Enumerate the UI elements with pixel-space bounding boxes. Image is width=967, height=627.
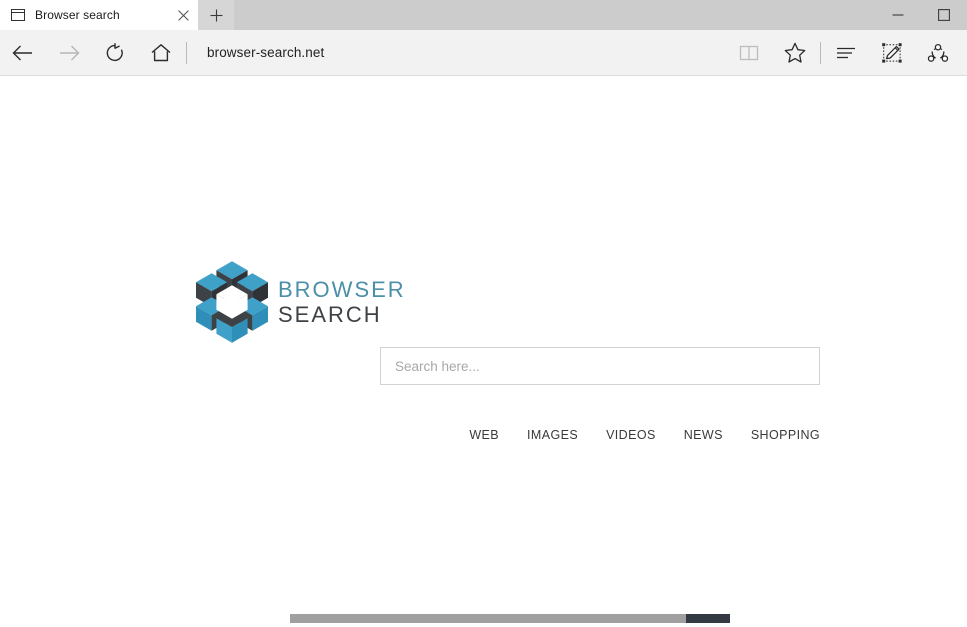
star-icon (784, 42, 806, 63)
search-input[interactable] (393, 357, 807, 375)
cube-cluster-logo-icon (196, 260, 268, 344)
toolbar-separator-right (820, 41, 821, 64)
hub-button[interactable] (823, 30, 869, 76)
nav-link-web[interactable]: WEB (469, 428, 499, 442)
share-button[interactable] (915, 30, 961, 76)
title-bar: Browser search (0, 0, 967, 30)
nav-link-news[interactable]: NEWS (684, 428, 723, 442)
back-arrow-icon (12, 45, 32, 60)
toolbar-right-actions (726, 30, 967, 76)
horizontal-scrollbar[interactable] (0, 610, 967, 627)
home-icon (151, 43, 171, 61)
scrollbar-thumb[interactable] (290, 614, 686, 623)
logo-line-browser: BROWSER (278, 276, 406, 302)
nav-link-videos[interactable]: VIDEOS (606, 428, 656, 442)
tab-title: Browser search (35, 8, 120, 22)
site-logo-text: BROWSER SEARCH (278, 276, 406, 327)
site-logo[interactable]: BROWSER SEARCH (196, 260, 406, 344)
title-bar-drag-area (234, 0, 875, 30)
maximize-icon (938, 9, 950, 21)
window-icon (10, 7, 26, 23)
scrollbar-thumb-accent[interactable] (686, 614, 730, 623)
address-bar[interactable]: browser-search.net (189, 30, 726, 76)
category-nav: WEB IMAGES VIDEOS NEWS SHOPPING (380, 428, 820, 442)
window-controls (875, 0, 967, 30)
share-icon (927, 43, 949, 62)
toolbar-separator (186, 41, 187, 64)
back-button[interactable] (0, 30, 46, 76)
page-content: BROWSER SEARCH WEB IMAGES VIDEOS NEWS SH… (0, 76, 967, 627)
browser-tab[interactable]: Browser search (0, 0, 198, 30)
nav-link-shopping[interactable]: SHOPPING (751, 428, 820, 442)
navigation-toolbar: browser-search.net (0, 30, 967, 76)
web-note-button[interactable] (869, 30, 915, 76)
favorites-button[interactable] (772, 30, 818, 76)
minimize-icon (892, 14, 904, 16)
address-bar-url: browser-search.net (207, 45, 325, 60)
close-icon[interactable] (168, 0, 198, 30)
logo-line-search: SEARCH (278, 301, 382, 327)
nav-link-images[interactable]: IMAGES (527, 428, 578, 442)
maximize-button[interactable] (921, 0, 967, 30)
web-note-pencil-icon (882, 42, 902, 63)
minimize-button[interactable] (875, 0, 921, 30)
refresh-button[interactable] (92, 30, 138, 76)
refresh-icon (106, 42, 123, 61)
forward-button[interactable] (46, 30, 92, 76)
hub-icon (837, 47, 855, 58)
reading-view-button[interactable] (726, 30, 772, 76)
new-tab-button[interactable] (198, 0, 234, 30)
search-box[interactable] (380, 347, 820, 385)
reading-view-icon (739, 45, 759, 60)
forward-arrow-icon (60, 45, 80, 60)
home-button[interactable] (138, 30, 184, 76)
plus-icon (210, 9, 222, 21)
